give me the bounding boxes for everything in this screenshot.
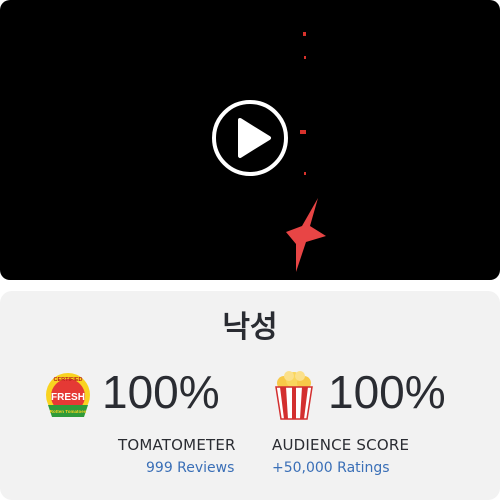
badge-bottom-text: Rotten Tomatoes (50, 409, 87, 414)
movie-title: 낙성 (222, 310, 278, 345)
certified-fresh-icon: CERTIFIED FRESH Rotten Tomatoes (46, 373, 90, 417)
popcorn-icon (275, 371, 313, 420)
tomatometer-label: TOMATOMETER (118, 436, 236, 454)
score-card: 낙성 CERTIFIED FRESH Rotten Tomatoes 100% … (0, 291, 500, 500)
video-player[interactable] (0, 0, 500, 280)
audience-value: 100% (328, 366, 446, 418)
audience-score-label: AUDIENCE SCORE (272, 436, 410, 454)
play-icon[interactable] (211, 99, 289, 177)
badge-top-text: CERTIFIED (53, 377, 82, 383)
video-speck (304, 56, 306, 59)
red-sparkle-shape (286, 198, 326, 272)
badge-main-text: FRESH (51, 392, 85, 403)
reviews-link[interactable]: 999 Reviews (146, 460, 234, 476)
ratings-link[interactable]: +50,000 Ratings (272, 460, 390, 476)
video-speck (303, 32, 306, 36)
tomatometer-value: 100% (102, 366, 220, 418)
video-speck (304, 172, 306, 175)
video-speck (300, 130, 306, 134)
